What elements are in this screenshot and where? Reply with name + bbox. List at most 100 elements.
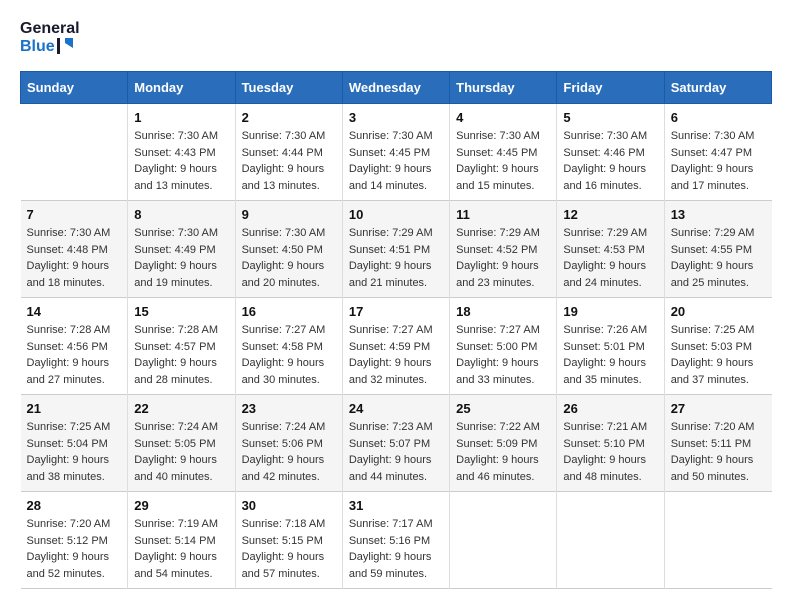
calendar-week-row: 7 Sunrise: 7:30 AMSunset: 4:48 PMDaylight… [21, 201, 772, 298]
logo-text-blue: Blue [20, 38, 80, 56]
logo: General Blue [20, 20, 80, 55]
day-info: Sunrise: 7:30 AMSunset: 4:43 PMDaylight:… [134, 128, 228, 194]
day-number: 27 [671, 401, 766, 416]
weekday-header: Monday [128, 72, 235, 104]
weekday-header: Saturday [664, 72, 771, 104]
day-info: Sunrise: 7:21 AMSunset: 5:10 PMDaylight:… [563, 419, 657, 485]
calendar-cell: 5Sunrise: 7:30 AMSunset: 4:46 PMDaylight… [557, 104, 664, 201]
day-number: 14 [27, 304, 122, 319]
day-info: Sunrise: 7:25 AMSunset: 5:04 PMDaylight:… [27, 419, 122, 485]
calendar-cell: 30 Sunrise: 7:18 AMSunset: 5:15 PMDayligh… [235, 492, 342, 589]
day-number: 31 [349, 498, 443, 513]
day-info: Sunrise: 7:17 AMSunset: 5:16 PMDaylight:… [349, 516, 443, 582]
day-info: Sunrise: 7:29 AMSunset: 4:52 PMDaylight:… [456, 225, 550, 291]
calendar-cell: 31 Sunrise: 7:17 AMSunset: 5:16 PMDayligh… [342, 492, 449, 589]
day-info: Sunrise: 7:19 AMSunset: 5:14 PMDaylight:… [134, 516, 228, 582]
calendar-cell: 29 Sunrise: 7:19 AMSunset: 5:14 PMDayligh… [128, 492, 235, 589]
day-info: Sunrise: 7:23 AMSunset: 5:07 PMDaylight:… [349, 419, 443, 485]
calendar-cell: 19 Sunrise: 7:26 AMSunset: 5:01 PMDayligh… [557, 298, 664, 395]
day-number: 21 [27, 401, 122, 416]
calendar-cell: 21 Sunrise: 7:25 AMSunset: 5:04 PMDayligh… [21, 395, 128, 492]
day-number: 18 [456, 304, 550, 319]
weekday-header: Tuesday [235, 72, 342, 104]
calendar-cell: 8Sunrise: 7:30 AMSunset: 4:49 PMDaylight… [128, 201, 235, 298]
calendar-cell: 6 Sunrise: 7:30 AMSunset: 4:47 PMDaylight… [664, 104, 771, 201]
calendar-cell: 18 Sunrise: 7:27 AMSunset: 5:00 PMDayligh… [450, 298, 557, 395]
day-info: Sunrise: 7:26 AMSunset: 5:01 PMDaylight:… [563, 322, 657, 388]
calendar-cell: 22 Sunrise: 7:24 AMSunset: 5:05 PMDayligh… [128, 395, 235, 492]
day-number: 24 [349, 401, 443, 416]
day-info: Sunrise: 7:29 AMSunset: 4:53 PMDaylight:… [563, 225, 657, 291]
logo-flag-icon [57, 38, 73, 54]
calendar-cell: 3Sunrise: 7:30 AMSunset: 4:45 PMDaylight… [342, 104, 449, 201]
day-info: Sunrise: 7:29 AMSunset: 4:55 PMDaylight:… [671, 225, 766, 291]
day-number: 19 [563, 304, 657, 319]
day-number: 17 [349, 304, 443, 319]
day-number: 16 [242, 304, 336, 319]
calendar-header-row: SundayMondayTuesdayWednesdayThursdayFrid… [21, 72, 772, 104]
day-info: Sunrise: 7:20 AMSunset: 5:12 PMDaylight:… [27, 516, 122, 582]
calendar-table: SundayMondayTuesdayWednesdayThursdayFrid… [20, 71, 772, 589]
calendar-cell: 20Sunrise: 7:25 AMSunset: 5:03 PMDayligh… [664, 298, 771, 395]
calendar-week-row: 28 Sunrise: 7:20 AMSunset: 5:12 PMDayligh… [21, 492, 772, 589]
day-number: 12 [563, 207, 657, 222]
calendar-cell [450, 492, 557, 589]
calendar-cell: 9Sunrise: 7:30 AMSunset: 4:50 PMDaylight… [235, 201, 342, 298]
day-number: 22 [134, 401, 228, 416]
calendar-cell: 7 Sunrise: 7:30 AMSunset: 4:48 PMDaylight… [21, 201, 128, 298]
day-number: 30 [242, 498, 336, 513]
calendar-body: 1Sunrise: 7:30 AMSunset: 4:43 PMDaylight… [21, 104, 772, 589]
logo-image: General Blue [20, 20, 80, 55]
weekday-header: Wednesday [342, 72, 449, 104]
day-info: Sunrise: 7:29 AMSunset: 4:51 PMDaylight:… [349, 225, 443, 291]
calendar-cell: 26 Sunrise: 7:21 AMSunset: 5:10 PMDayligh… [557, 395, 664, 492]
day-number: 5 [563, 110, 657, 125]
day-number: 29 [134, 498, 228, 513]
calendar-cell [557, 492, 664, 589]
day-number: 13 [671, 207, 766, 222]
day-info: Sunrise: 7:27 AMSunset: 5:00 PMDaylight:… [456, 322, 550, 388]
calendar-cell: 15Sunrise: 7:28 AMSunset: 4:57 PMDayligh… [128, 298, 235, 395]
calendar-cell: 24 Sunrise: 7:23 AMSunset: 5:07 PMDayligh… [342, 395, 449, 492]
calendar-cell: 17 Sunrise: 7:27 AMSunset: 4:59 PMDayligh… [342, 298, 449, 395]
calendar-cell: 25 Sunrise: 7:22 AMSunset: 5:09 PMDayligh… [450, 395, 557, 492]
day-info: Sunrise: 7:27 AMSunset: 4:59 PMDaylight:… [349, 322, 443, 388]
day-number: 23 [242, 401, 336, 416]
day-number: 10 [349, 207, 443, 222]
day-info: Sunrise: 7:30 AMSunset: 4:45 PMDaylight:… [456, 128, 550, 194]
calendar-cell: 27 Sunrise: 7:20 AMSunset: 5:11 PMDayligh… [664, 395, 771, 492]
day-number: 20 [671, 304, 766, 319]
day-number: 7 [27, 207, 122, 222]
day-number: 3 [349, 110, 443, 125]
calendar-week-row: 1Sunrise: 7:30 AMSunset: 4:43 PMDaylight… [21, 104, 772, 201]
day-number: 2 [242, 110, 336, 125]
weekday-header: Friday [557, 72, 664, 104]
calendar-cell: 23Sunrise: 7:24 AMSunset: 5:06 PMDayligh… [235, 395, 342, 492]
day-number: 26 [563, 401, 657, 416]
day-info: Sunrise: 7:20 AMSunset: 5:11 PMDaylight:… [671, 419, 766, 485]
day-number: 4 [456, 110, 550, 125]
day-info: Sunrise: 7:30 AMSunset: 4:47 PMDaylight:… [671, 128, 766, 194]
calendar-cell [664, 492, 771, 589]
day-number: 15 [134, 304, 228, 319]
day-number: 28 [27, 498, 122, 513]
calendar-cell: 28 Sunrise: 7:20 AMSunset: 5:12 PMDayligh… [21, 492, 128, 589]
day-number: 6 [671, 110, 766, 125]
calendar-cell: 16 Sunrise: 7:27 AMSunset: 4:58 PMDayligh… [235, 298, 342, 395]
calendar-week-row: 21 Sunrise: 7:25 AMSunset: 5:04 PMDayligh… [21, 395, 772, 492]
calendar-cell: 1Sunrise: 7:30 AMSunset: 4:43 PMDaylight… [128, 104, 235, 201]
day-info: Sunrise: 7:30 AMSunset: 4:48 PMDaylight:… [27, 225, 122, 291]
day-info: Sunrise: 7:30 AMSunset: 4:44 PMDaylight:… [242, 128, 336, 194]
day-info: Sunrise: 7:24 AMSunset: 5:05 PMDaylight:… [134, 419, 228, 485]
day-number: 11 [456, 207, 550, 222]
day-info: Sunrise: 7:18 AMSunset: 5:15 PMDaylight:… [242, 516, 336, 582]
logo-text-general: General [20, 20, 80, 38]
day-number: 25 [456, 401, 550, 416]
day-info: Sunrise: 7:30 AMSunset: 4:49 PMDaylight:… [134, 225, 228, 291]
day-info: Sunrise: 7:22 AMSunset: 5:09 PMDaylight:… [456, 419, 550, 485]
weekday-header: Sunday [21, 72, 128, 104]
calendar-cell: 2 Sunrise: 7:30 AMSunset: 4:44 PMDaylight… [235, 104, 342, 201]
day-number: 9 [242, 207, 336, 222]
page-header: General Blue [20, 20, 772, 55]
day-info: Sunrise: 7:27 AMSunset: 4:58 PMDaylight:… [242, 322, 336, 388]
